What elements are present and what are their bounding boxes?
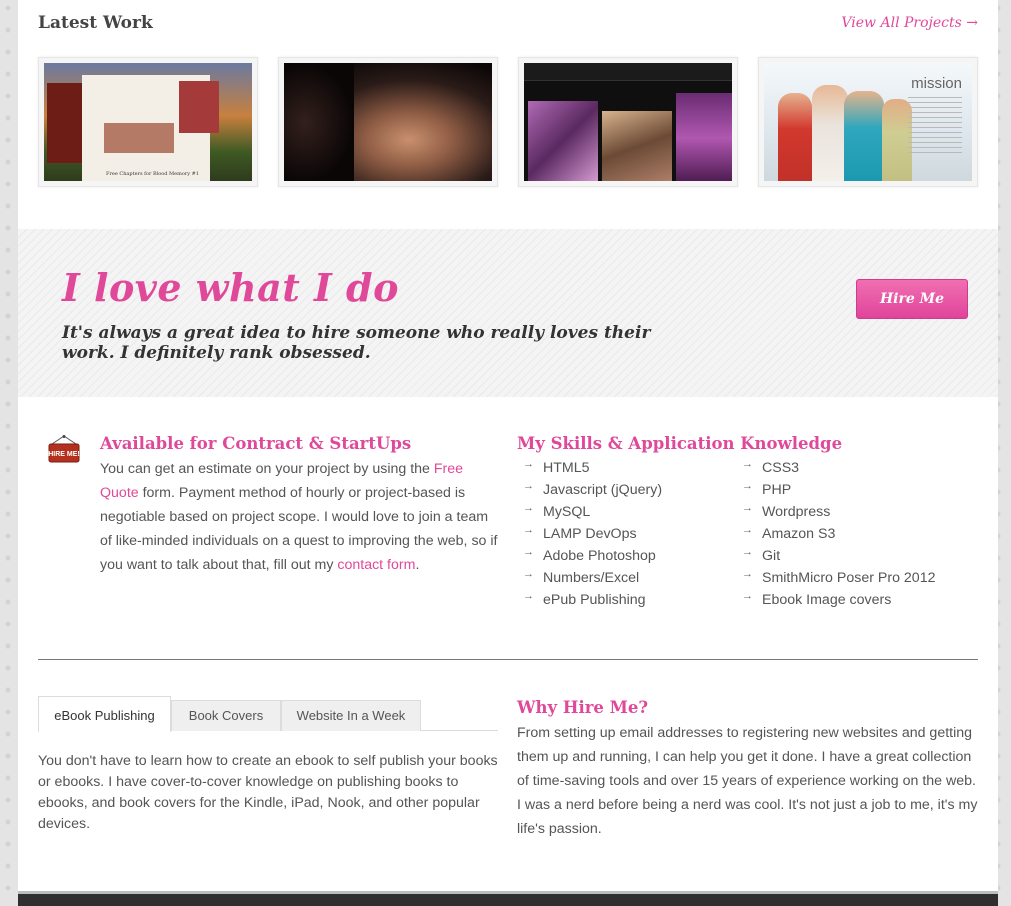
contract-text: You can get an estimate on your project …	[100, 457, 500, 577]
contract-text-part: You can get an estimate on your project …	[100, 461, 434, 477]
skill-item: → Wordpress	[740, 501, 935, 523]
hero-banner: I love what I do It's always a great ide…	[18, 229, 998, 397]
page: Latest Work View All Projects → Free Cha…	[18, 0, 998, 906]
skill-label: MySQL	[543, 504, 591, 520]
skill-item: → Numbers/Excel	[521, 567, 662, 589]
latest-work-title: Latest Work	[38, 13, 153, 33]
tab-book-covers[interactable]: Book Covers	[171, 700, 281, 731]
sign-label: HIRE ME!	[48, 451, 80, 458]
hire-me-button[interactable]: Hire Me	[856, 279, 968, 319]
arrow-right-icon: →	[523, 524, 534, 536]
arrow-right-icon: →	[742, 568, 753, 580]
why-hire-me-text: From setting up email addresses to regis…	[517, 725, 978, 837]
skill-label: Wordpress	[762, 504, 831, 520]
why-hire-me-heading: Why Hire Me?	[517, 698, 649, 717]
footer-bar	[18, 891, 998, 906]
arrow-right-icon: →	[742, 502, 753, 514]
skill-item: → CSS3	[740, 457, 935, 479]
arrow-right-icon: →	[523, 480, 534, 492]
hire-me-sign-icon: HIRE ME!	[48, 434, 80, 466]
hero-subtitle: It's always a great idea to hire someone…	[62, 323, 651, 363]
arrow-right-icon: →	[742, 590, 753, 602]
project-thumbnail-2[interactable]	[278, 57, 498, 187]
tab-ebook-publishing[interactable]: eBook Publishing	[38, 696, 171, 732]
arrow-right-icon: →	[523, 546, 534, 558]
project-image: mission	[764, 63, 972, 181]
skill-item: → Ebook Image covers	[740, 589, 935, 611]
skill-label: HTML5	[543, 460, 590, 476]
skill-item: → Adobe Photoshop	[521, 545, 662, 567]
contract-heading: Available for Contract & StartUps	[100, 434, 412, 453]
arrow-right-icon: →	[742, 546, 753, 558]
arrow-right-icon: →	[523, 568, 534, 580]
skill-label: Adobe Photoshop	[543, 548, 656, 564]
contract-text-part: .	[415, 557, 420, 573]
skill-item: → LAMP DevOps	[521, 523, 662, 545]
project-thumbnail-3[interactable]	[518, 57, 738, 187]
hero-title: I love what I do	[62, 265, 399, 310]
skills-list-right: → CSS3 → PHP → Wordpress → Amazon S3 → Git → S…	[740, 457, 935, 611]
arrow-right-icon: →	[523, 502, 534, 514]
skill-item: → Git	[740, 545, 935, 567]
skill-item: → HTML5	[521, 457, 662, 479]
skill-item: → SmithMicro Poser Pro 2012	[740, 567, 935, 589]
arrow-right-icon: →	[523, 458, 534, 470]
thumb-caption: Free Chapters for Blood Memory #1	[106, 171, 200, 177]
skill-label: Javascript (jQuery)	[543, 482, 663, 498]
skill-item: → MySQL	[521, 501, 662, 523]
contact-form-link[interactable]: contact form	[337, 557, 415, 573]
view-all-projects-link[interactable]: View All Projects →	[841, 15, 978, 31]
skill-item: → Amazon S3	[740, 523, 935, 545]
project-thumbnail-4[interactable]: mission	[758, 57, 978, 187]
skill-item: → Javascript (jQuery)	[521, 479, 662, 501]
skills-heading: My Skills & Application Knowledge	[517, 434, 843, 453]
tab-panel-text: You don't have to learn how to create an…	[38, 753, 498, 832]
skill-label: PHP	[762, 482, 792, 498]
arrow-right-icon: →	[742, 480, 753, 492]
project-image	[524, 63, 732, 181]
skill-label: Ebook Image covers	[762, 592, 892, 608]
service-tabs: eBook Publishing Book Covers Website In …	[38, 696, 498, 732]
skill-label: SmithMicro Poser Pro 2012	[762, 570, 936, 586]
skill-label: LAMP DevOps	[543, 526, 637, 542]
skills-list-left: → HTML5 → Javascript (jQuery) → MySQL → LAMP…	[521, 457, 662, 611]
skill-label: Numbers/Excel	[543, 570, 640, 586]
thumb-caption: mission	[911, 75, 962, 92]
skill-label: ePub Publishing	[543, 592, 646, 608]
arrow-right-icon: →	[523, 590, 534, 602]
tab-website-in-a-week[interactable]: Website In a Week	[281, 700, 421, 731]
arrow-right-icon: →	[742, 524, 753, 536]
project-image	[284, 63, 492, 181]
contract-text-part: form. Payment method of hourly or projec…	[100, 485, 498, 573]
skill-item: → PHP	[740, 479, 935, 501]
project-thumbnail-1[interactable]: Free Chapters for Blood Memory #1	[38, 57, 258, 187]
skill-label: Amazon S3	[762, 526, 836, 542]
skill-label: Git	[762, 548, 781, 564]
skill-label: CSS3	[762, 460, 800, 476]
skill-item: → ePub Publishing	[521, 589, 662, 611]
project-image: Free Chapters for Blood Memory #1	[44, 63, 252, 181]
section-divider	[38, 659, 978, 660]
arrow-right-icon: →	[742, 458, 753, 470]
